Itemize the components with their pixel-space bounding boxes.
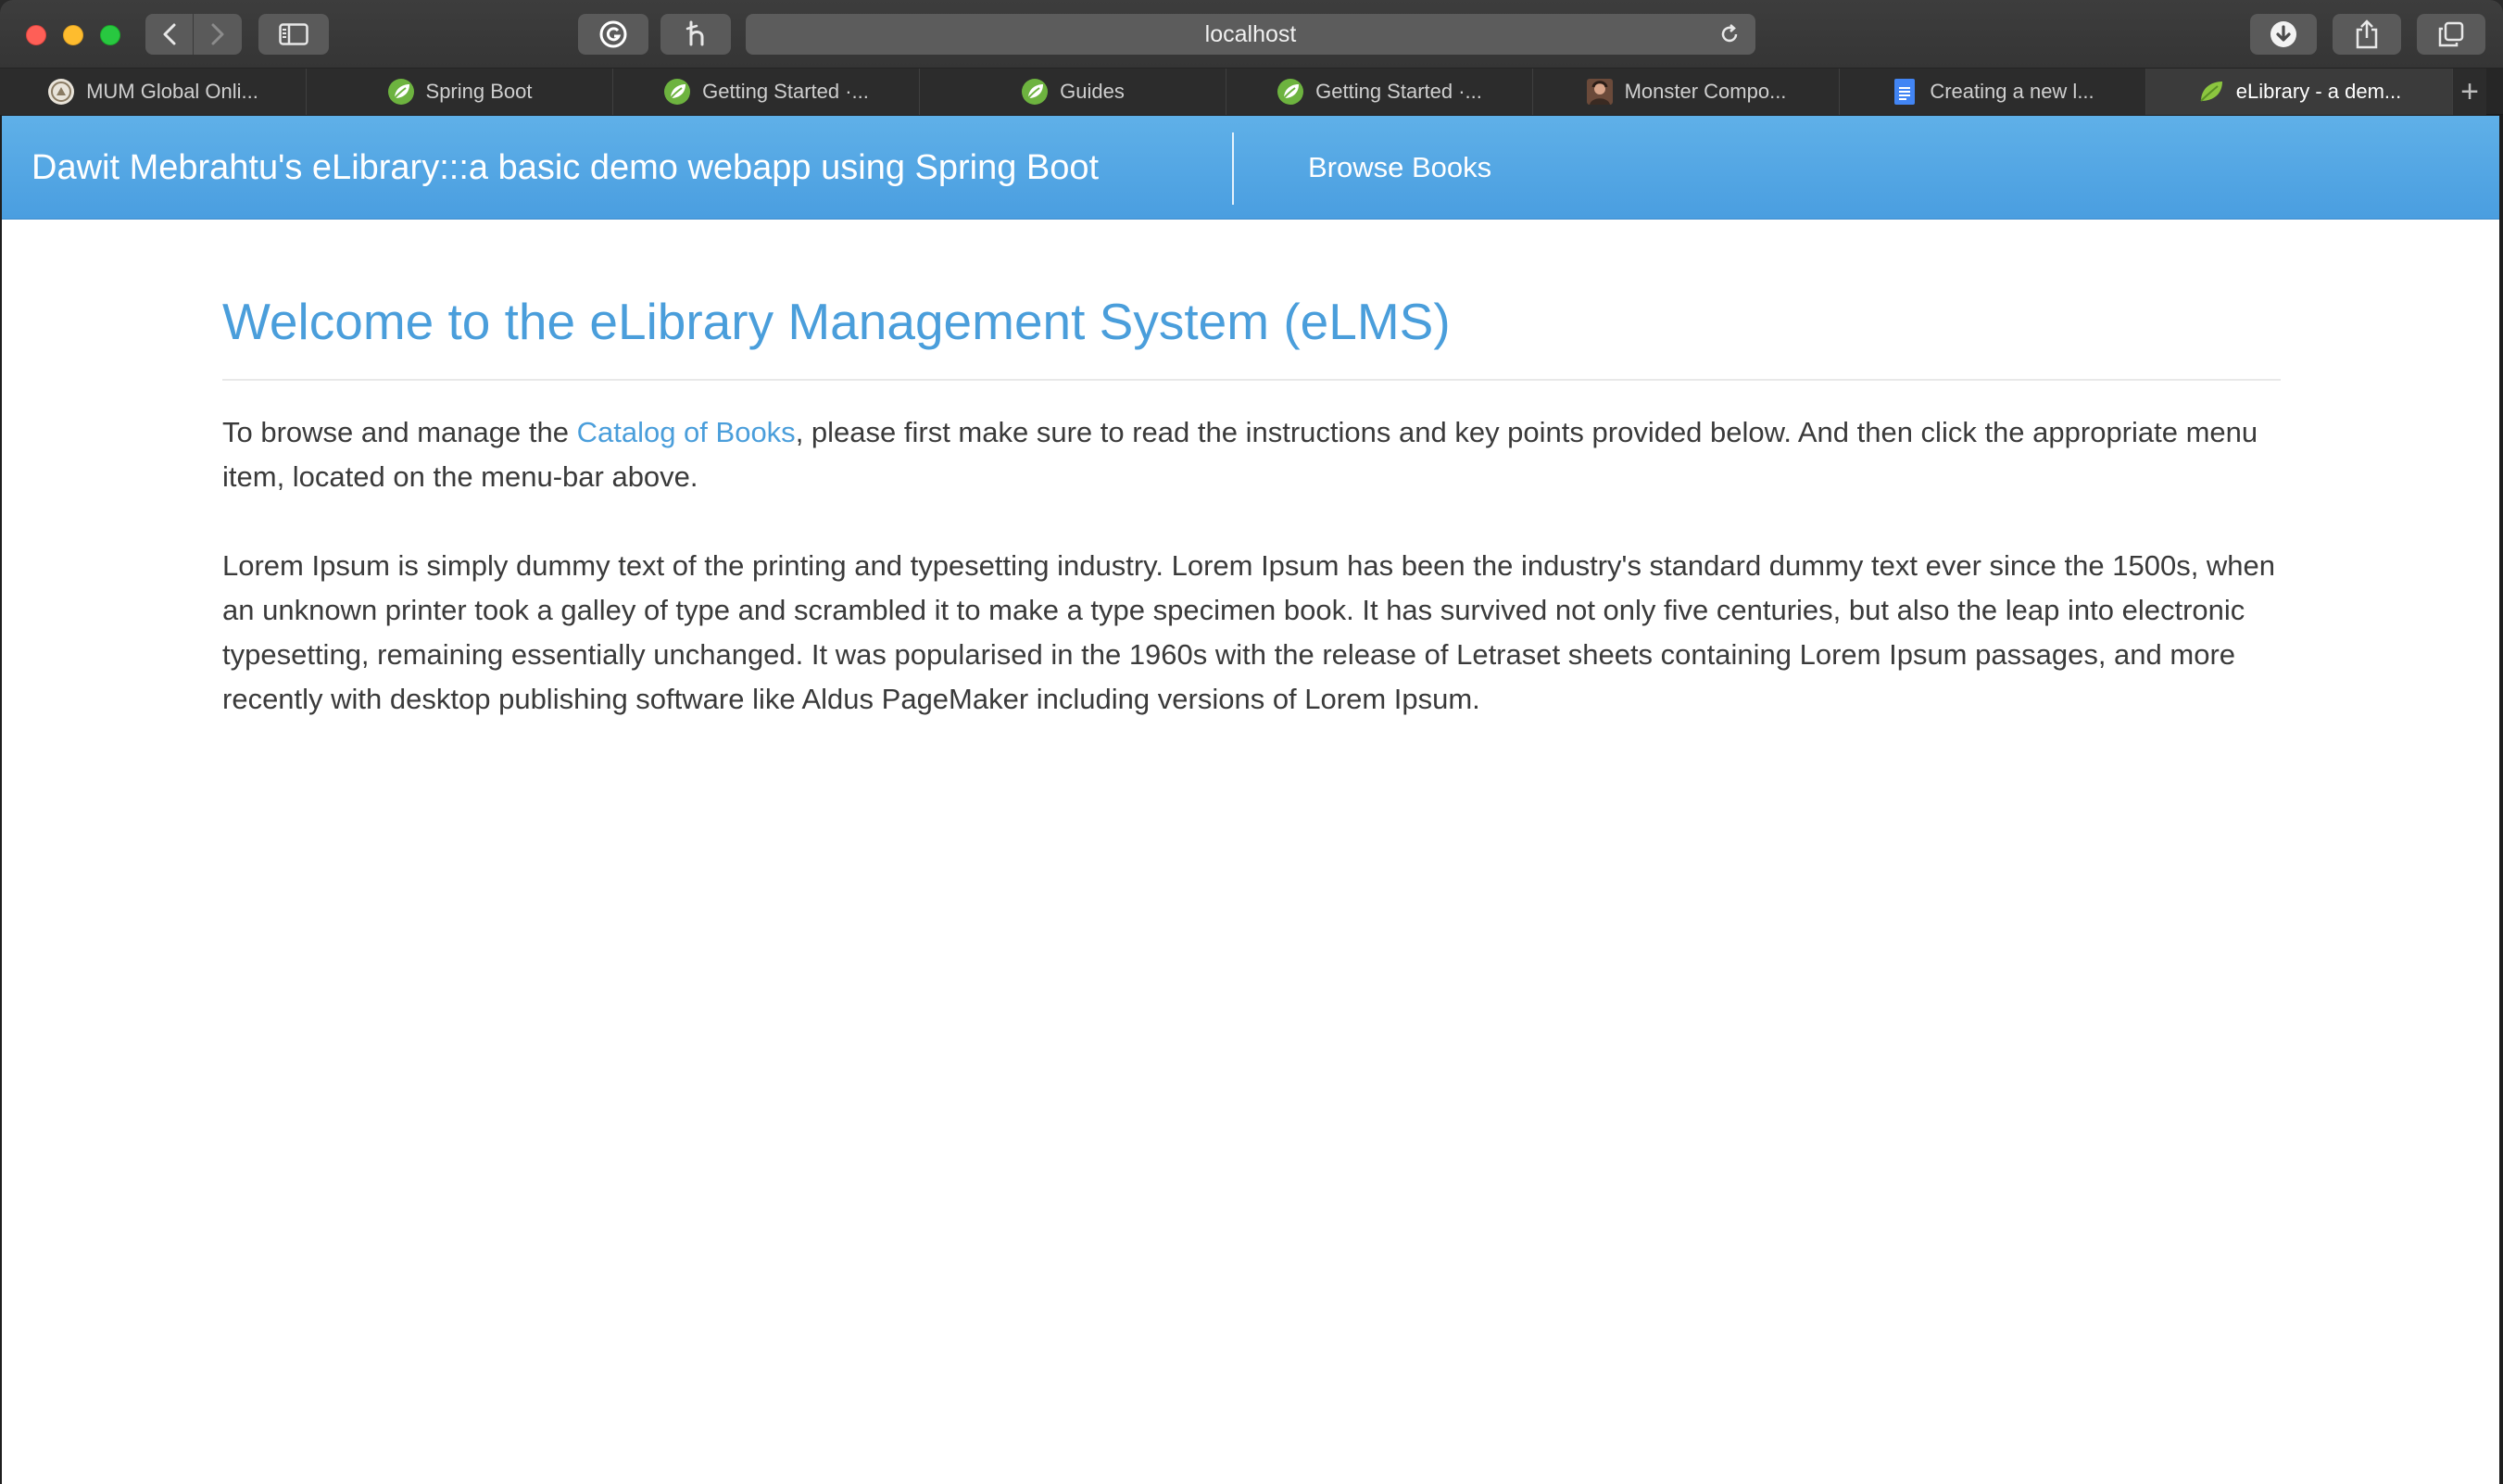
chevron-left-icon [163,23,175,45]
site-navbar: Dawit Mebrahtu's eLibrary:::a basic demo… [2,116,2499,220]
show-all-tabs-button[interactable] [2417,14,2485,55]
mum-favicon [47,78,75,106]
reload-icon[interactable] [1718,23,1741,45]
site-brand-link[interactable]: Dawit Mebrahtu's eLibrary:::a basic demo… [31,116,1099,220]
close-window-button[interactable] [26,25,46,45]
address-bar[interactable]: localhost [746,14,1755,55]
url-text: localhost [1204,20,1297,47]
browser-window: localhost MUM Global Onli... Spring Boot [0,0,2503,1484]
tab-label: Monster Compo... [1624,80,1787,103]
share-button[interactable] [2333,14,2401,55]
spring-leaf-icon [663,78,691,106]
tab-overview-icon [2438,21,2464,47]
tab-monster-components[interactable]: Monster Compo... [1533,69,1840,115]
tab-label: Getting Started ·... [1315,80,1482,103]
share-icon [2356,19,2378,49]
forward-button[interactable] [194,14,242,55]
intro-text-start: To browse and manage the [222,416,577,448]
spring-leaf-icon [1277,78,1304,106]
web-page: Dawit Mebrahtu's eLibrary:::a basic demo… [2,116,2499,1484]
tab-getting-started-2[interactable]: Getting Started ·... [1226,69,1533,115]
tab-label: eLibrary - a dem... [2235,80,2402,103]
grammarly-icon [599,20,627,48]
tab-getting-started-1[interactable]: Getting Started ·... [613,69,920,115]
tab-strip: MUM Global Onli... Spring Boot Getting S… [0,69,2503,115]
lorem-paragraph: Lorem Ipsum is simply dummy text of the … [222,549,2276,715]
tab-label: Guides [1060,80,1125,103]
new-tab-button[interactable]: + [2453,69,2486,115]
sidebar-icon [279,23,308,45]
tab-label: MUM Global Onli... [86,80,258,103]
history-navigation [145,14,242,55]
chevron-right-icon [211,23,224,45]
spring-leaf-icon [1021,78,1049,106]
browser-toolbar: localhost [0,0,2503,69]
page-title: Welcome to the eLibrary Management Syste… [222,292,2281,381]
downloads-button[interactable] [2250,14,2317,55]
tab-creating-new[interactable]: Creating a new l... [1840,69,2146,115]
back-button[interactable] [145,14,194,55]
main-content: Welcome to the eLibrary Management Syste… [222,292,2281,722]
google-docs-icon [1891,78,1918,106]
intro-paragraph: To browse and manage the Catalog of Book… [222,410,2281,499]
grammarly-extension-button[interactable] [578,14,648,55]
tab-label: Spring Boot [425,80,533,103]
navbar-divider [1232,132,1234,205]
tab-elibrary-active[interactable]: eLibrary - a dem... [2146,69,2453,115]
honey-extension-button[interactable] [660,14,731,55]
spring-leaf-icon [387,78,415,106]
maximize-window-button[interactable] [100,25,120,45]
browse-books-link[interactable]: Browse Books [1308,116,1491,220]
minimize-window-button[interactable] [63,25,83,45]
tab-spring-boot[interactable]: Spring Boot [307,69,613,115]
tab-mum-global-online[interactable]: MUM Global Onli... [0,69,307,115]
sidebar-toggle-button[interactable] [258,14,329,55]
download-icon [2270,21,2296,47]
tab-label: Creating a new l... [1930,80,2094,103]
tab-label: Getting Started ·... [702,80,869,103]
spring-leaf-icon [2197,78,2225,106]
catalog-of-books-link[interactable]: Catalog of Books [577,416,796,448]
tab-guides[interactable]: Guides [920,69,1226,115]
avatar-favicon [1586,78,1614,106]
honey-icon [685,20,704,46]
